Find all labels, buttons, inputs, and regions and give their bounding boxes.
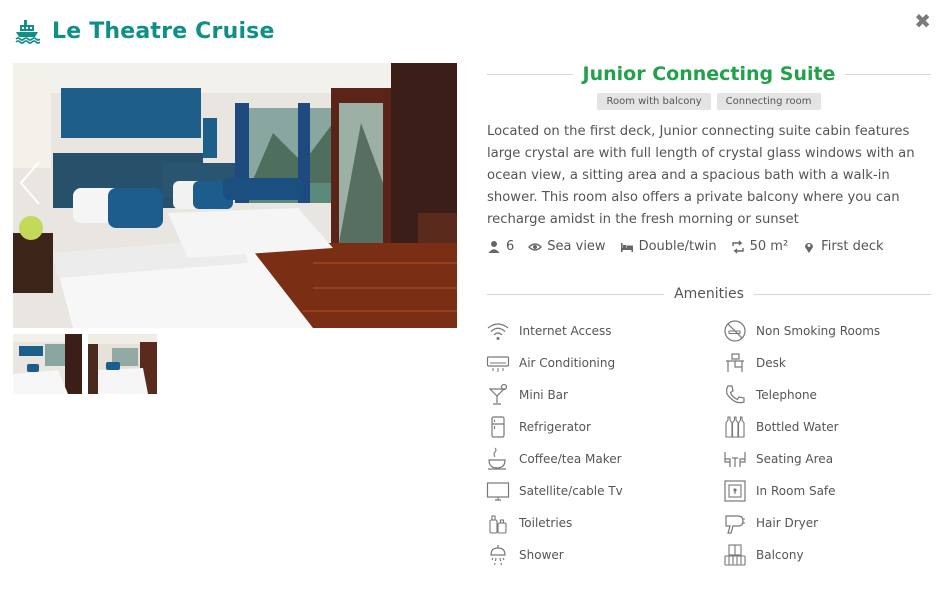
room-photo [13,63,457,328]
amenity-item: Seating Area [722,447,935,471]
amenity-label: In Room Safe [756,484,836,498]
amenity-item: Air Conditioning [485,351,722,375]
header: Le Theatre Cruise [14,14,275,48]
amenity-item: Mini Bar [485,383,722,407]
room-tag: Connecting room [716,93,821,110]
cruise-title: Le Theatre Cruise [52,18,275,44]
seating-area-icon [724,452,746,467]
amenity-item: Hair Dryer [722,511,935,535]
room-specs: 6 Sea view Double/twin 50 m² First deck [487,239,931,254]
toiletries-icon [489,515,507,534]
spec-location-value: First deck [821,239,884,254]
refrigerator-icon [491,416,505,438]
amenities-heading: Amenities [487,286,932,302]
amenity-item: Refrigerator [485,415,722,439]
room-title: Junior Connecting Suite [582,63,836,85]
room-tag: Room with balcony [597,93,711,110]
amenity-label: Bottled Water [756,420,839,434]
amenities-list: Internet Access Non Smoking Rooms Air Co… [485,319,935,567]
divider [487,73,573,75]
balcony-icon [724,544,746,566]
amenity-item: Toiletries [485,511,722,535]
cocktail-icon [488,383,508,405]
room-title-row: Junior Connecting Suite [487,60,931,88]
amenity-label: Desk [756,356,786,370]
amenity-item: Balcony [722,543,935,567]
spec-bed-value: Double/twin [638,239,717,254]
amenity-label: Hair Dryer [756,516,819,530]
cruise-ship-icon [15,20,40,44]
amenity-label: Mini Bar [519,388,568,402]
amenity-label: Coffee/tea Maker [519,452,622,466]
amenity-item: Desk [722,351,935,375]
safe-icon [724,480,746,502]
amenity-label: Internet Access [519,324,612,338]
amenity-item: Coffee/tea Maker [485,447,722,471]
amenity-label: Refrigerator [519,420,591,434]
map-marker-icon [805,242,814,253]
spec-guests-value: 6 [506,239,515,254]
spec-bed: Double/twin [620,239,717,254]
bed-icon [620,242,633,252]
amenities-title: Amenities [674,286,744,302]
spec-view-value: Sea view [547,239,606,254]
amenity-item: Internet Access [485,319,722,343]
close-icon[interactable]: ✖ [914,11,931,31]
room-tags: Room with balcony Connecting room [487,93,931,110]
amenity-label: Satellite/cable Tv [519,484,623,498]
amenity-label: Shower [519,548,564,562]
bottles-icon [725,416,745,438]
spec-location: First deck [802,239,884,254]
amenity-item: Shower [485,543,722,567]
amenity-item: Non Smoking Rooms [722,319,935,343]
amenity-label: Non Smoking Rooms [756,324,881,338]
tv-icon [486,482,510,501]
amenity-item: Telephone [722,383,935,407]
amenity-label: Air Conditioning [519,356,616,370]
spec-guests: 6 [487,239,514,254]
coffee-cup-icon [488,447,506,470]
amenity-label: Seating Area [756,452,834,466]
no-smoking-icon [724,320,746,342]
spec-view: Sea view [528,239,606,254]
spec-size: 50 m² [731,239,789,254]
eye-icon [528,242,543,251]
divider [753,293,932,295]
amenity-item: Satellite/cable Tv [485,479,722,503]
wifi-icon [487,323,509,340]
divider [487,293,665,295]
photo-thumbnail[interactable] [13,334,82,394]
amenity-item: In Room Safe [722,479,935,503]
telephone-icon [726,385,745,404]
resize-icon [731,240,744,253]
amenity-label: Telephone [756,388,817,402]
amenity-label: Balcony [756,548,804,562]
hair-dryer-icon [725,515,745,534]
photo-thumbnails [13,334,157,394]
room-description: Located on the first deck, Junior connec… [487,124,915,227]
spec-size-value: 50 m² [749,239,789,254]
previous-photo-arrow-icon[interactable] [17,158,43,208]
desk-icon [726,353,744,372]
user-icon [488,240,500,253]
air-conditioner-icon [486,356,510,372]
divider [845,73,931,75]
shower-icon [490,545,506,566]
amenity-item: Bottled Water [722,415,935,439]
room-details: Junior Connecting Suite Room with balcon… [487,60,931,254]
photo-thumbnail[interactable] [88,334,157,394]
amenity-label: Toiletries [519,516,573,530]
